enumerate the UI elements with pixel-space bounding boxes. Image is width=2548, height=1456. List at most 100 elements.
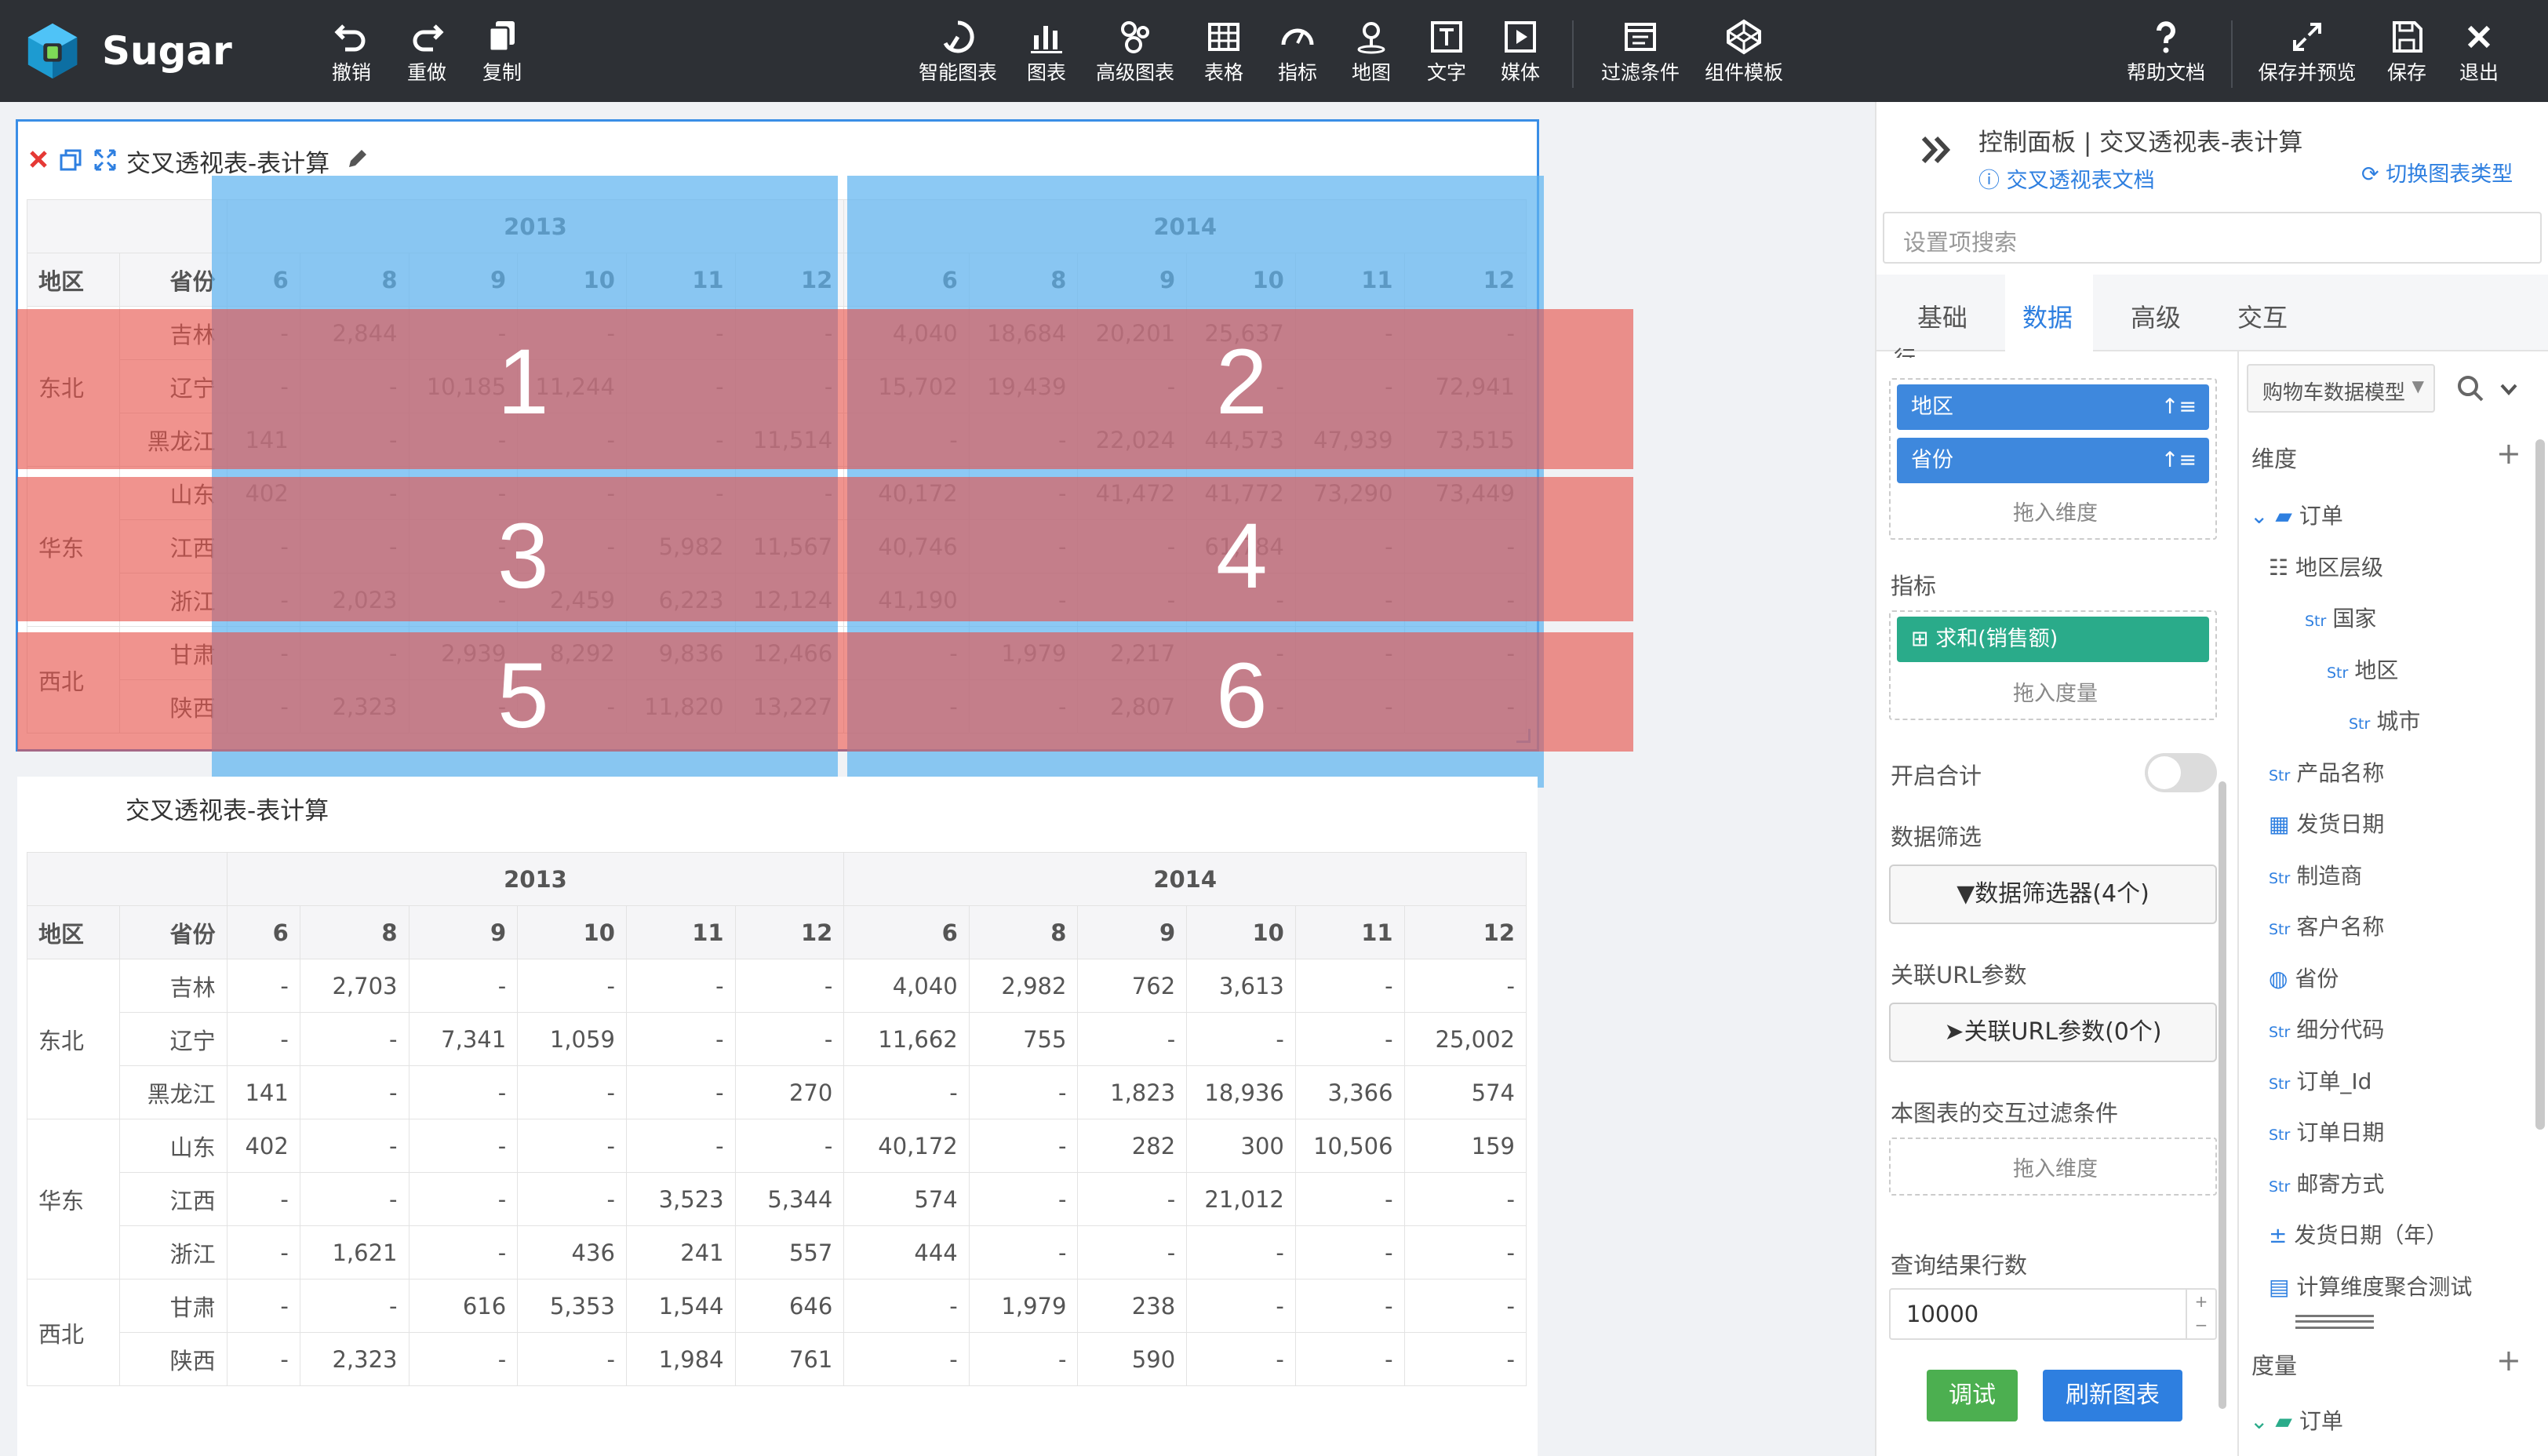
sort-asc-icon[interactable]: ↑≡ bbox=[2161, 438, 2197, 483]
advanced-chart-button[interactable]: 高级图表 bbox=[1087, 14, 1183, 93]
component-template-button[interactable]: 组件模板 bbox=[1696, 14, 1792, 93]
value-cell: - bbox=[843, 1065, 970, 1119]
tree-item[interactable]: Str 国家 bbox=[2305, 603, 2376, 635]
tree-item[interactable]: Str 地区 bbox=[2327, 655, 2398, 686]
delete-icon[interactable] bbox=[27, 148, 49, 170]
value-cell: 13,227 bbox=[734, 679, 845, 733]
doc-link-label: 交叉透视表文档 bbox=[2006, 169, 2155, 193]
exit-button[interactable]: 退出 bbox=[2454, 14, 2504, 93]
tree-item[interactable]: ☷ 地区层级 bbox=[2269, 552, 2383, 584]
value-cell: - bbox=[968, 1332, 1079, 1386]
tree-item[interactable]: ± 发货日期（年） bbox=[2269, 1220, 2448, 1251]
tree-item[interactable]: Str 邮寄方式 bbox=[2269, 1169, 2384, 1200]
text-button[interactable]: 文字 bbox=[1421, 14, 1472, 93]
duplicate-icon[interactable] bbox=[59, 148, 82, 172]
tree-item[interactable]: Str 订单_Id bbox=[2269, 1066, 2371, 1097]
value-cell: - bbox=[734, 1012, 845, 1066]
help-doc-button[interactable]: 帮助文档 bbox=[2118, 14, 2214, 93]
tab-interaction[interactable]: 交互 bbox=[2237, 298, 2288, 334]
tree-item[interactable]: ⌄ ▰ 订单 bbox=[2250, 500, 2343, 532]
debug-button[interactable]: 调试 bbox=[1927, 1370, 2018, 1421]
measure-field[interactable]: ⊞ 求和(销售额) bbox=[1897, 617, 2209, 662]
tab-basic[interactable]: 基础 bbox=[1917, 298, 1967, 334]
value-cell: - bbox=[625, 359, 736, 413]
number-stepper[interactable]: + − bbox=[2186, 1290, 2215, 1338]
indicator-button[interactable]: 指标 bbox=[1272, 14, 1323, 93]
value-cell: - bbox=[299, 1279, 410, 1333]
table-row: 浙江 -2,023-2,459 6,223 12,124 41,190- - - - - bbox=[27, 573, 1527, 627]
value-cell: 5,353 bbox=[517, 1279, 627, 1333]
tree-item[interactable]: Str 产品名称 bbox=[2269, 758, 2384, 789]
sort-asc-icon[interactable]: ↑≡ bbox=[2161, 384, 2197, 430]
tree-label: 订单日期 bbox=[2296, 1119, 2385, 1145]
value-cell: 73,515 bbox=[1403, 413, 1527, 467]
smart-chart-button[interactable]: 智能图表 bbox=[910, 14, 1006, 93]
redo-button[interactable]: 重做 bbox=[399, 14, 455, 93]
undo-button[interactable]: 撤销 bbox=[323, 14, 380, 93]
value-cell: 18,684 bbox=[968, 306, 1079, 360]
map-button[interactable]: 地图 bbox=[1346, 14, 1396, 93]
switch-chart-type-link[interactable]: ⟳ 切换图表类型 bbox=[2361, 157, 2513, 187]
add-dimension-icon[interactable]: + bbox=[2496, 436, 2521, 471]
media-button[interactable]: 媒体 bbox=[1495, 14, 1545, 93]
query-rows-input[interactable]: 10000 + − bbox=[1889, 1288, 2217, 1340]
filter-condition-button[interactable]: 过滤条件 bbox=[1592, 14, 1688, 93]
value-cell: 241 bbox=[625, 1225, 736, 1279]
province-cell: 甘肃 bbox=[119, 626, 228, 680]
value-cell: - bbox=[226, 1279, 300, 1333]
tree-item[interactable]: Str 订单日期 bbox=[2269, 1117, 2384, 1148]
table-button[interactable]: 表格 bbox=[1199, 14, 1249, 93]
tree-label: 客户名称 bbox=[2296, 914, 2385, 940]
tree-item[interactable]: ◍ 省份 bbox=[2269, 963, 2339, 995]
search-icon[interactable] bbox=[2455, 373, 2485, 403]
tree-item[interactable]: Str 制造商 bbox=[2269, 861, 2362, 892]
tree-item[interactable]: Str 城市 bbox=[2349, 706, 2420, 737]
config-scrollbar[interactable] bbox=[2219, 781, 2226, 1409]
value-cell: 3,523 bbox=[625, 1172, 736, 1226]
total-toggle[interactable] bbox=[2145, 753, 2217, 792]
edit-pencil-icon[interactable] bbox=[344, 147, 369, 172]
url-param-button[interactable]: ➤关联URL参数(0个) bbox=[1889, 1003, 2217, 1062]
row-field-province[interactable]: 省份 ↑≡ bbox=[1897, 438, 2209, 483]
value-cell: - bbox=[517, 959, 627, 1013]
value-cell: 1,544 bbox=[625, 1279, 736, 1333]
save-button[interactable]: 保存 bbox=[2382, 14, 2432, 93]
refresh-chart-button[interactable]: 刷新图表 bbox=[2043, 1370, 2182, 1421]
measure-folder[interactable]: ⌄ ▰ 订单 bbox=[2250, 1406, 2343, 1437]
chevron-down-icon[interactable] bbox=[2498, 378, 2520, 400]
row-field-region[interactable]: 地区 ↑≡ bbox=[1897, 384, 2209, 430]
add-measure-icon[interactable]: + bbox=[2496, 1343, 2521, 1378]
month-header: 8 bbox=[299, 253, 410, 307]
value-cell: - bbox=[734, 466, 845, 520]
data-model-select[interactable]: 购物车数据模型 ▼ bbox=[2247, 364, 2435, 413]
tree-item[interactable]: Str 客户名称 bbox=[2269, 912, 2384, 943]
tree-item[interactable]: Str 细分代码 bbox=[2269, 1014, 2384, 1046]
value-cell: - bbox=[226, 679, 300, 733]
tree-item[interactable]: ▦ 发货日期 bbox=[2269, 809, 2384, 840]
data-filter-button[interactable]: ▼数据筛选器(4个) bbox=[1889, 864, 2217, 924]
field-list-scrollbar[interactable] bbox=[2535, 439, 2545, 1130]
tree-item[interactable]: ▤ 计算维度聚合测试 bbox=[2269, 1272, 2472, 1303]
tree-label: 订单_Id bbox=[2296, 1068, 2372, 1094]
value-cell: - bbox=[625, 466, 736, 520]
value-cell: - bbox=[968, 1119, 1079, 1173]
save-preview-button[interactable]: 保存并预览 bbox=[2248, 14, 2366, 93]
value-cell: 15,702 bbox=[843, 359, 970, 413]
value-cell: - bbox=[1403, 1172, 1527, 1226]
value-cell: - bbox=[299, 1012, 410, 1066]
tab-advanced[interactable]: 高级 bbox=[2131, 298, 2181, 334]
settings-search-input[interactable]: 设置项搜索 bbox=[1883, 212, 2542, 264]
value-cell: - bbox=[1294, 959, 1405, 1013]
tab-data[interactable]: 数据 bbox=[2022, 298, 2073, 334]
collapse-double-chevron-icon[interactable] bbox=[1917, 132, 1953, 168]
row-section-label: 行 bbox=[1894, 342, 1916, 358]
month-header: 11 bbox=[625, 905, 736, 959]
media-label: 媒体 bbox=[1500, 61, 1540, 84]
value-cell: 1,984 bbox=[625, 1332, 736, 1386]
fullscreen-icon[interactable] bbox=[93, 148, 117, 172]
copy-button[interactable]: 复制 bbox=[474, 14, 530, 93]
table-row: 辽宁 - -10,185 11,244- -15,702 19,439- - -72,941 bbox=[27, 359, 1527, 413]
doc-link[interactable]: ⓘ 交叉透视表文档 bbox=[1978, 163, 2155, 194]
region-cell: 西北 bbox=[27, 1279, 120, 1386]
chart-button[interactable]: 图表 bbox=[1021, 14, 1072, 93]
